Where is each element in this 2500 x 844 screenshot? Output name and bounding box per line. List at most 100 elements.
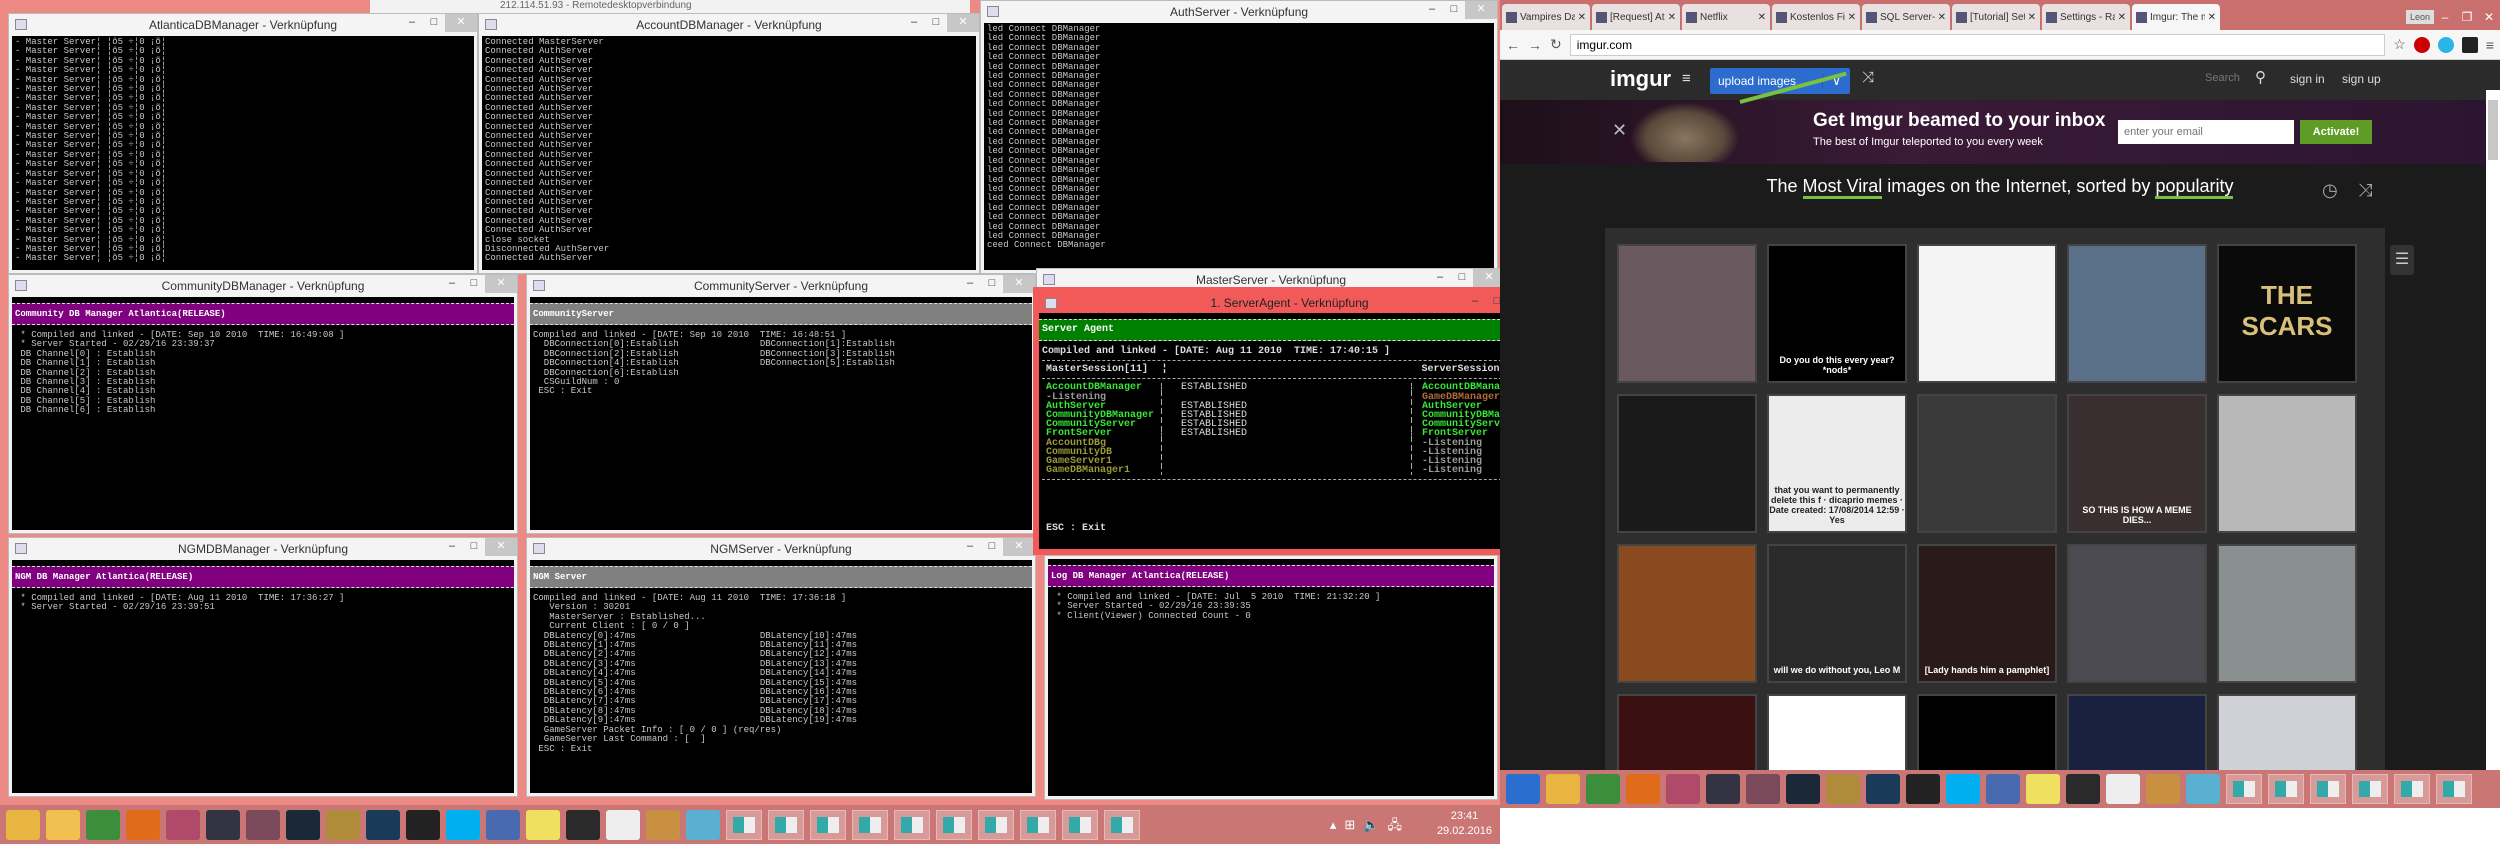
clock-icon[interactable]: ◷ (2322, 180, 2338, 201)
steam-alt-icon[interactable] (206, 809, 240, 840)
chrome-icon[interactable] (1586, 774, 1620, 804)
close-icon[interactable]: ✕ (445, 14, 477, 32)
gallery-tile[interactable] (2067, 544, 2207, 683)
gallery-tile[interactable] (1617, 544, 1757, 683)
minimize-icon[interactable]: – (959, 538, 981, 556)
console-app-icon[interactable] (1043, 274, 1055, 285)
taskbar-console-window[interactable] (1020, 809, 1056, 840)
tab-4[interactable]: SQL Server-Ko✕ (1862, 4, 1950, 30)
paint-icon[interactable] (486, 809, 520, 840)
console-app-icon[interactable] (485, 19, 497, 30)
taskbar-console-window[interactable] (2436, 774, 2472, 804)
search-icon[interactable]: ⚲ (2255, 68, 2266, 86)
minimize-icon[interactable]: – (441, 275, 463, 293)
close-icon[interactable]: ✕ (485, 538, 517, 556)
obs-icon[interactable] (406, 809, 440, 840)
sign-in-link[interactable]: sign in (2290, 72, 2325, 86)
taskbar-console-window[interactable] (852, 809, 888, 840)
console-window-agent[interactable]: 1. ServerAgent - Verknüpfung–□✕Server Ag… (1033, 287, 1546, 555)
steam-alt-icon[interactable] (1706, 774, 1740, 804)
taskbar-console-window[interactable] (768, 809, 804, 840)
chat-icon[interactable]: ☰ (2390, 245, 2414, 275)
title-bar[interactable]: NGMDBManager - Verknüpfung – □ ✕ (9, 538, 517, 560)
tab-2[interactable]: Netflix ✕ (1682, 4, 1770, 30)
tab-close-icon[interactable]: ✕ (2028, 12, 2036, 23)
console-window-communitydb[interactable]: CommunityDBManager - Verknüpfung – □ ✕ Commu… (8, 274, 518, 534)
adblock-icon[interactable] (2413, 36, 2430, 53)
gallery-tile[interactable]: Tweet · nsuh dude · handaFrost (1767, 694, 1907, 770)
taskbar-console-window[interactable] (2352, 774, 2388, 804)
tab-1[interactable]: [Request] Atlan✕ (1592, 4, 1680, 30)
gallery-tile[interactable] (2067, 694, 2207, 770)
gallery-tile[interactable]: will we do without you, Leo M (1767, 544, 1907, 683)
scrollbar[interactable] (2486, 90, 2500, 770)
obs-icon[interactable] (1906, 774, 1940, 804)
gallery-tile[interactable]: Do you do this every year? *nods* (1767, 244, 1907, 383)
notepad-icon[interactable] (2186, 774, 2220, 804)
winrar-icon[interactable] (166, 809, 200, 840)
tab-close-icon[interactable]: ✕ (1848, 12, 1856, 23)
tab-close-icon[interactable]: ✕ (2208, 12, 2216, 23)
league-icon[interactable] (1826, 774, 1860, 804)
duck-icon[interactable] (2026, 774, 2060, 804)
search-input[interactable]: Search (2205, 72, 2240, 84)
maximize-icon[interactable]: □ (1443, 1, 1465, 19)
taskbar-console-window[interactable] (2394, 774, 2430, 804)
remote-desktop-title[interactable]: 212.114.51.93 - Remotedesktopverbindung (370, 0, 970, 13)
minimize-icon[interactable]: – (2434, 10, 2456, 24)
minimize-icon[interactable]: – (401, 14, 423, 32)
network-icon[interactable]: 🖧 (1388, 817, 1411, 832)
gallery-tile[interactable] (1617, 244, 1757, 383)
steam-icon[interactable] (286, 809, 320, 840)
tab-0[interactable]: Vampires Daw✕ (1502, 4, 1590, 30)
steam-icon[interactable] (1786, 774, 1820, 804)
maximize-icon[interactable]: □ (463, 275, 485, 293)
reload-icon[interactable]: ↻ (1550, 36, 1562, 53)
tab-close-icon[interactable]: ✕ (1578, 12, 1586, 23)
maximize-icon[interactable]: □ (423, 14, 445, 32)
start-icon[interactable] (1506, 774, 1540, 804)
gallery-tile[interactable]: [Lady hands him a pamphlet] (1917, 544, 2057, 683)
atlantica-icon[interactable] (246, 809, 280, 840)
chrome-menu-icon[interactable]: ≡ (2486, 37, 2494, 53)
close-icon[interactable]: ✕ (1003, 538, 1035, 556)
taskbar-console-window[interactable] (1104, 809, 1140, 840)
gallery-tile[interactable] (1917, 244, 2057, 383)
user-badge[interactable]: Leon (2405, 10, 2434, 24)
file-explorer-icon[interactable] (1546, 774, 1580, 804)
taskbar-console-window[interactable] (726, 809, 762, 840)
console-window-ngm[interactable]: NGMServer - Verknüpfung – □ ✕ NGM Server Comp… (526, 537, 1036, 797)
league-icon[interactable] (326, 809, 360, 840)
console-app-icon[interactable] (987, 6, 999, 17)
system-clock[interactable]: 23:41 29.02.2016 (1437, 809, 1492, 839)
file-explorer-icon[interactable] (6, 809, 40, 840)
epic-games-icon[interactable] (2066, 774, 2100, 804)
gallery-tile[interactable]: SO THIS IS HOW A MEME DIES... (2067, 394, 2207, 533)
tab-close-icon[interactable]: ✕ (1758, 12, 1766, 23)
taskbar-console-window[interactable] (894, 809, 930, 840)
winrar-icon[interactable] (1666, 774, 1700, 804)
console-app-icon[interactable] (15, 280, 27, 291)
bookmark-star-icon[interactable]: ☆ (2393, 36, 2406, 53)
taskbar-console-window[interactable] (936, 809, 972, 840)
forward-icon[interactable]: → (1528, 37, 1542, 53)
minimize-icon[interactable]: – (1429, 269, 1451, 287)
tab-7[interactable]: Imgur: The mo✕ (2132, 4, 2220, 30)
volume-icon[interactable]: 🔈 (1363, 817, 1387, 832)
tools-icon[interactable] (2146, 774, 2180, 804)
taskbar-console-window[interactable] (2310, 774, 2346, 804)
back-icon[interactable]: ← (1506, 37, 1520, 53)
skype-icon[interactable] (1946, 774, 1980, 804)
console-window-atlantica[interactable]: AtlanticaDBManager - Verknüpfung – □ ✕ - Mas… (8, 13, 478, 274)
close-icon[interactable]: ✕ (485, 275, 517, 293)
minimize-icon[interactable]: – (903, 14, 925, 32)
gallery-tile[interactable]: THE SCARS (2217, 244, 2357, 383)
minimize-icon[interactable]: – (1421, 1, 1443, 19)
gallery-tile[interactable]: that you want to permanently delete this… (1767, 394, 1907, 533)
sort-dropdown[interactable]: popularity (2155, 176, 2234, 199)
maximize-icon[interactable]: □ (463, 538, 485, 556)
title-bar[interactable]: CommunityServer - Verknüpfung – □ ✕ (527, 275, 1035, 297)
gallery-tile[interactable] (2217, 694, 2357, 770)
title-bar[interactable]: AtlanticaDBManager - Verknüpfung – □ ✕ (9, 14, 477, 36)
tab-3[interactable]: Kostenlos Film✕ (1772, 4, 1860, 30)
